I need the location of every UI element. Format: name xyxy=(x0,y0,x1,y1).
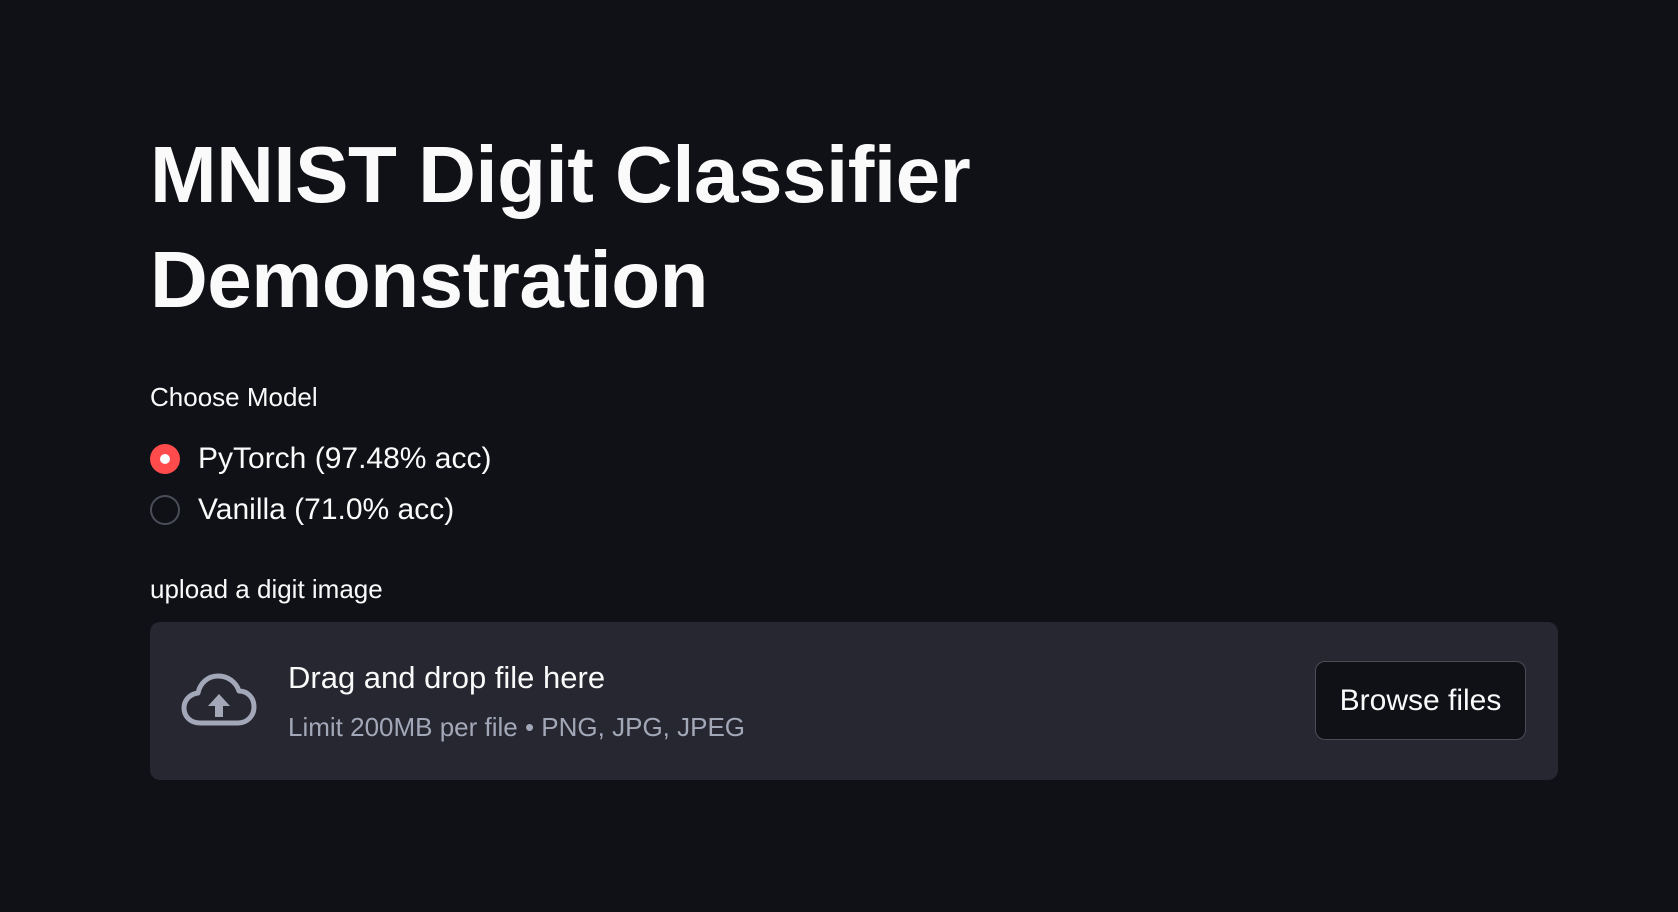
cloud-upload-icon xyxy=(181,672,257,728)
model-radio-group: PyTorch (97.48% acc) Vanilla (71.0% acc) xyxy=(150,433,1558,535)
radio-option-label: PyTorch (97.48% acc) xyxy=(198,441,492,475)
radio-option-vanilla[interactable]: Vanilla (71.0% acc) xyxy=(150,484,1558,535)
file-dropzone[interactable]: Drag and drop file here Limit 200MB per … xyxy=(150,622,1558,780)
radio-option-pytorch[interactable]: PyTorch (97.48% acc) xyxy=(150,433,1558,484)
dropzone-instructions: Drag and drop file here xyxy=(288,660,606,695)
radio-option-label: Vanilla (71.0% acc) xyxy=(198,492,455,526)
radio-unselected-indicator[interactable] xyxy=(150,494,180,525)
main-content: MNIST Digit Classifier Demonstration Cho… xyxy=(150,122,1558,780)
radio-selected-indicator[interactable] xyxy=(150,443,180,474)
file-uploader-label: upload a digit image xyxy=(150,574,383,604)
browse-files-button[interactable]: Browse files xyxy=(1315,661,1526,740)
dropzone-file-limits: Limit 200MB per file • PNG, JPG, JPEG xyxy=(288,712,746,742)
app-page: MNIST Digit Classifier Demonstration Cho… xyxy=(0,0,1678,912)
page-title: MNIST Digit Classifier Demonstration xyxy=(150,130,971,324)
model-select-label: Choose Model xyxy=(150,382,318,412)
